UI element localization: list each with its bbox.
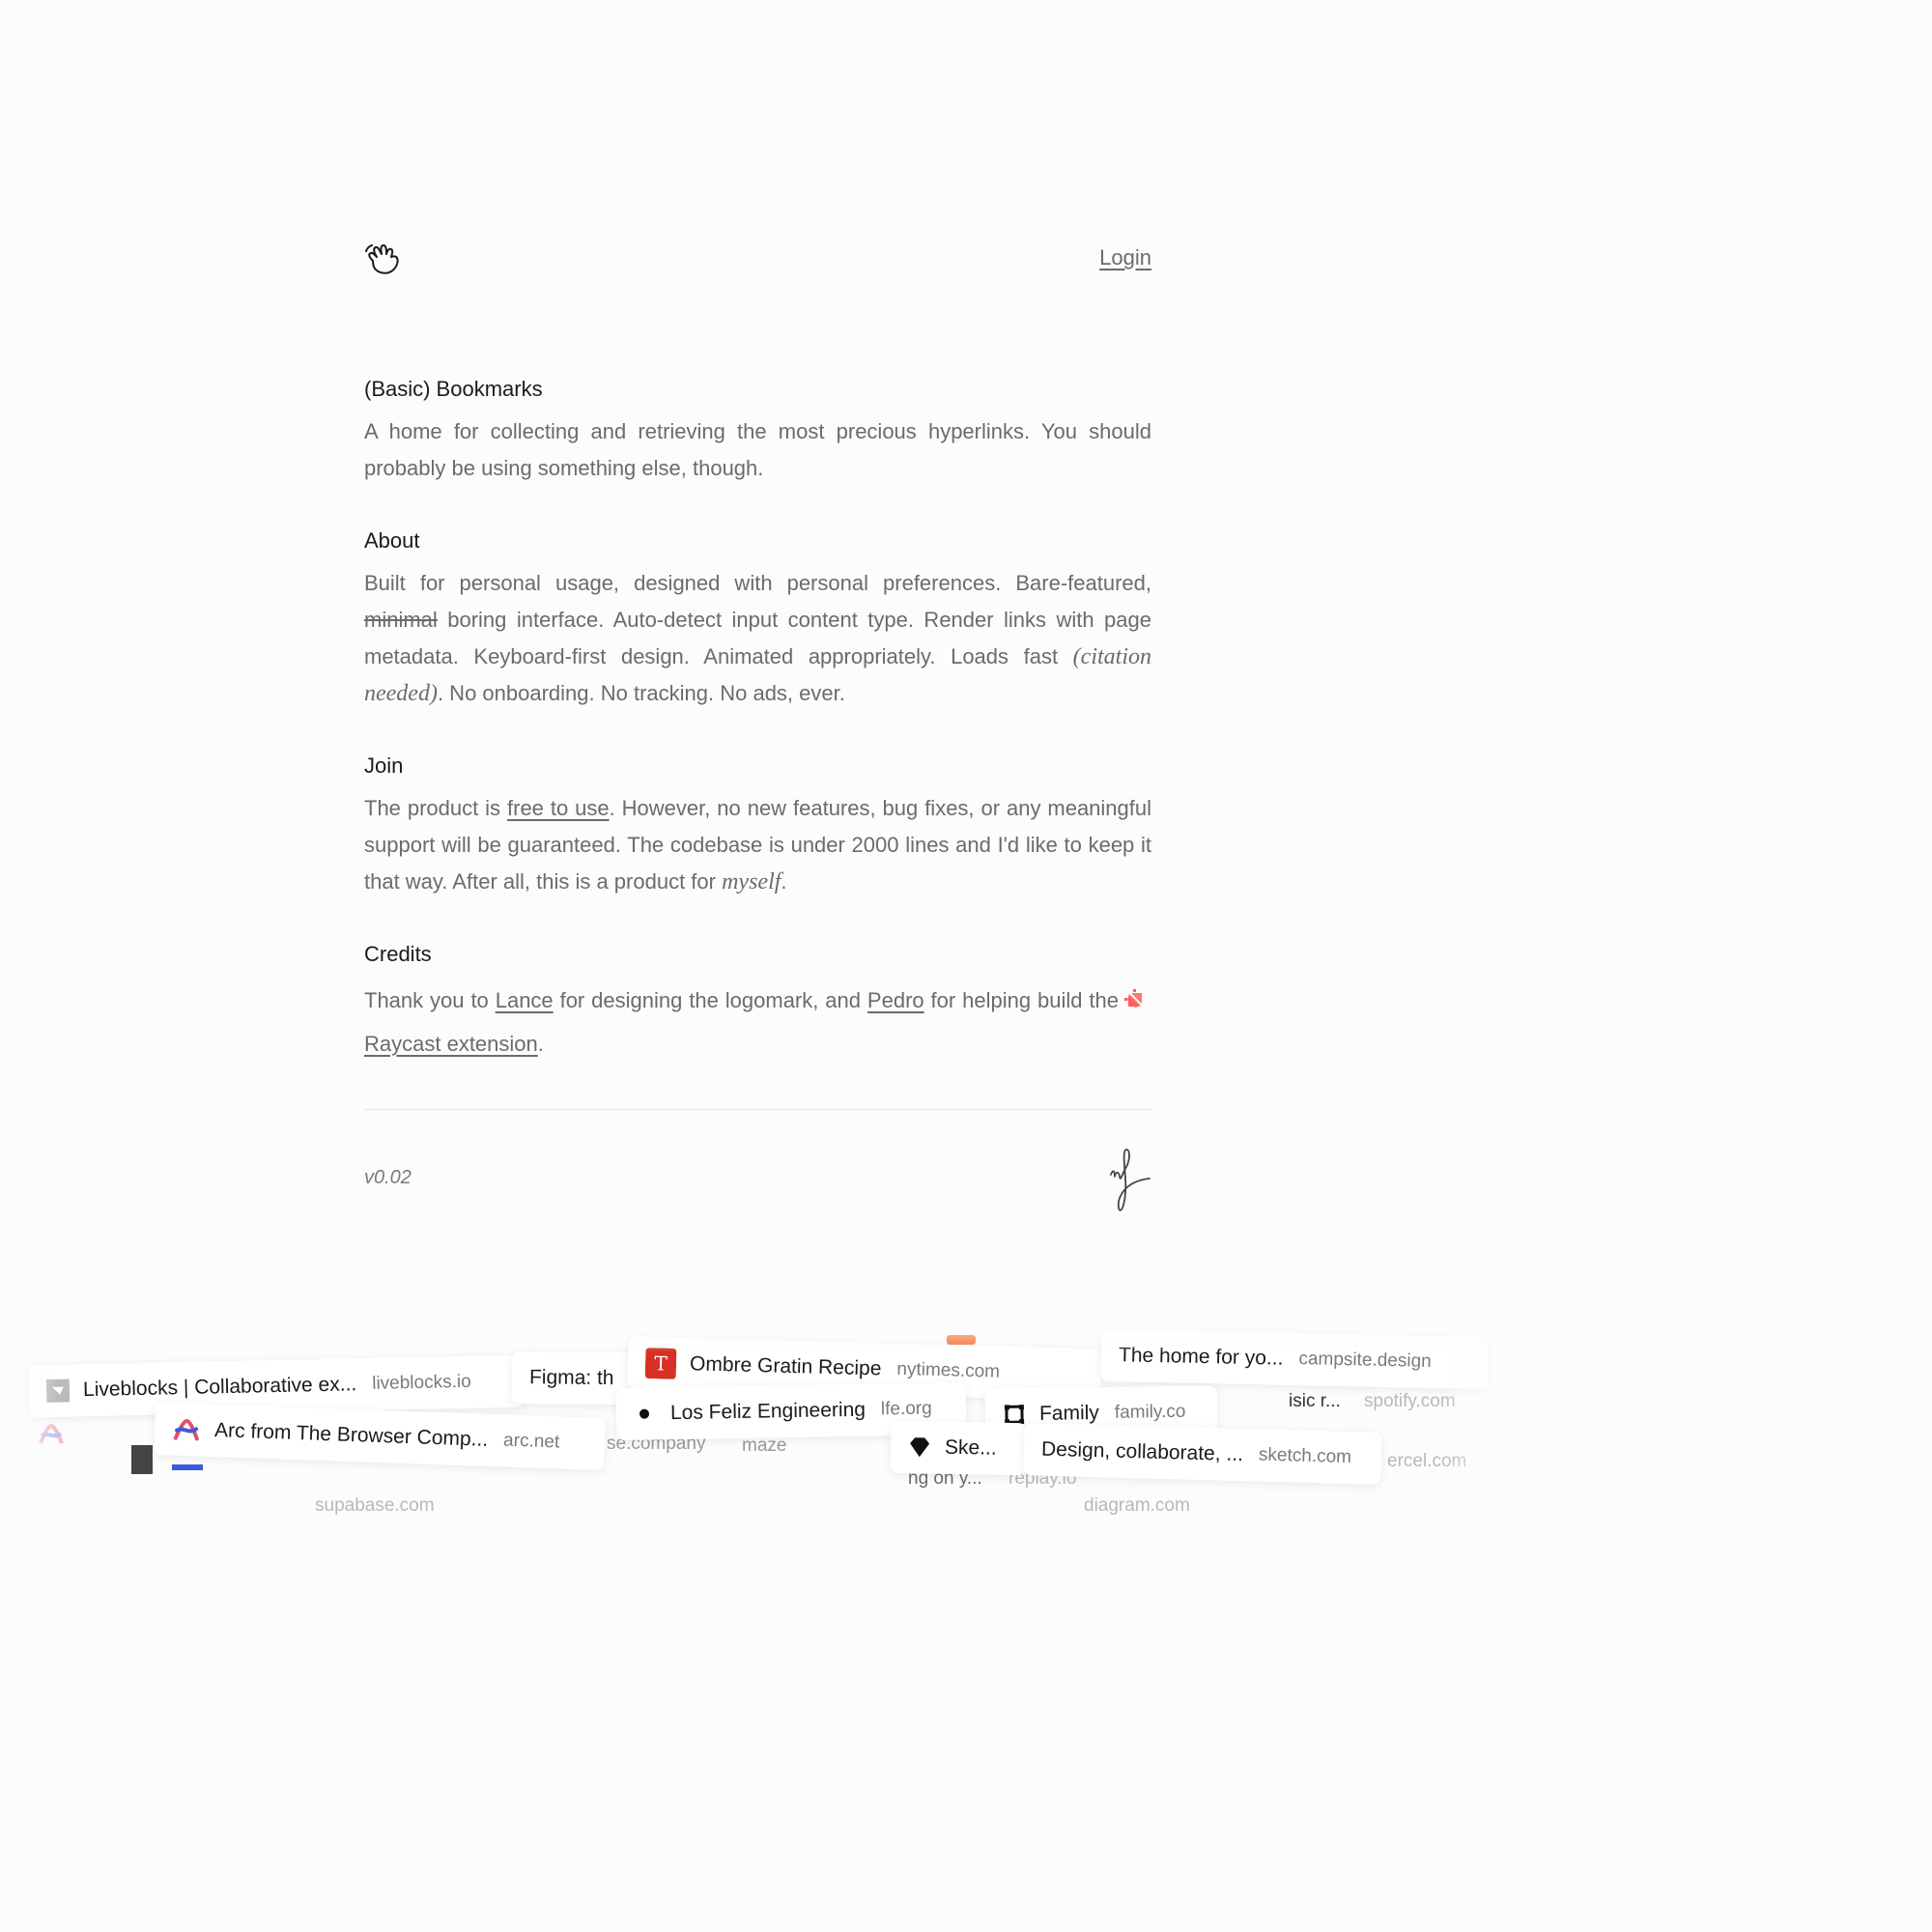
bookmark-title: Design, collaborate, ... <box>1040 1437 1244 1466</box>
ghost-text: maze <box>742 1435 787 1456</box>
bookmark-domain: arc.net <box>502 1430 560 1453</box>
bookmark-title: Ske... <box>944 1435 997 1460</box>
strikethrough-text: minimal <box>364 608 438 632</box>
page-title: (Basic) Bookmarks <box>364 377 543 401</box>
intro-section: (Basic) Bookmarks A home for collecting … <box>364 377 1151 487</box>
fade-overlay <box>0 1314 1515 1352</box>
footer-divider <box>364 1109 1151 1110</box>
login-link[interactable]: Login <box>1099 245 1151 270</box>
bookmark-domain: nytimes.com <box>896 1358 1001 1382</box>
raycast-icon <box>1124 989 1142 1008</box>
bookmark-favicon-icon <box>172 1464 203 1470</box>
bookmark-title: Figma: th <box>528 1366 614 1390</box>
about-section: About Built for personal usage, designed… <box>364 528 1151 712</box>
raycast-extension-link[interactable]: Raycast extension <box>364 1032 538 1056</box>
lfe-dot-icon <box>639 1408 650 1419</box>
lance-link[interactable]: Lance <box>496 988 554 1012</box>
credits-text-3: for helping build the <box>923 988 1119 1012</box>
sketch-icon <box>910 1437 930 1458</box>
credits-text: Thank you to Lance for designing the log… <box>364 979 1151 1065</box>
bookmark-title: Arc from The Browser Comp... <box>213 1419 489 1451</box>
myself-italic: myself <box>722 869 781 895</box>
credits-text-4: . <box>537 1032 544 1056</box>
credits-heading: Credits <box>364 942 432 966</box>
bookmarks-preview-strip: spotify.com ercel.com supabase.com diagr… <box>0 1314 1515 1515</box>
signature-icon <box>1110 1149 1151 1211</box>
arc-icon <box>173 1419 199 1441</box>
join-text-1: The product is <box>364 796 507 820</box>
credits-text-2: for designing the logomark, and <box>553 988 867 1012</box>
about-text-1: Built for personal usage, designed with … <box>364 571 1151 595</box>
fade-overlay <box>1437 1314 1515 1515</box>
about-text-3: . No onboarding. No tracking. No ads, ev… <box>437 681 845 705</box>
bookmark-card[interactable]: Design, collaborate, ... sketch.com <box>1023 1423 1382 1485</box>
bookmark-domain: lfe.org <box>880 1398 932 1420</box>
credits-text-1: Thank you to <box>364 988 496 1012</box>
version-label: v0.02 <box>364 1167 412 1188</box>
bookmark-title: Liveblocks | Collaborative ex... <box>82 1373 357 1402</box>
hand-logo-icon[interactable] <box>364 240 403 278</box>
bookmark-card[interactable]: Arc from The Browser Comp... arc.net <box>154 1402 606 1471</box>
ghost-text: supabase.com <box>315 1495 435 1515</box>
ghost-text: diagram.com <box>1084 1495 1190 1515</box>
bookmark-title: Ombre Gratin Recipe <box>689 1352 882 1380</box>
intro-text: A home for collecting and retrieving the… <box>364 419 1151 480</box>
about-text-2: boring interface. Auto-detect input cont… <box>364 608 1151 668</box>
ghost-text: isic r... <box>1289 1391 1341 1411</box>
join-text: The product is free to use. However, no … <box>364 790 1151 900</box>
fade-overlay <box>0 1314 58 1515</box>
bookmark-title: Los Feliz Engineering <box>669 1398 867 1425</box>
bookmark-title: Family <box>1038 1402 1099 1425</box>
about-text: Built for personal usage, designed with … <box>364 565 1151 712</box>
about-heading: About <box>364 528 420 553</box>
free-to-use-link[interactable]: free to use <box>507 796 610 820</box>
join-heading: Join <box>364 753 404 778</box>
join-text-3: . <box>781 869 787 894</box>
bookmark-favicon-icon <box>131 1445 153 1474</box>
bookmark-card[interactable]: Ske... <box>890 1420 1027 1476</box>
bookmark-domain: sketch.com <box>1258 1444 1352 1468</box>
credits-section: Credits Thank you to Lance for designing… <box>364 942 1151 1065</box>
bookmark-domain: family.co <box>1114 1401 1186 1423</box>
header: Login <box>364 240 1151 278</box>
svg-text:T: T <box>654 1351 668 1375</box>
pedro-link[interactable]: Pedro <box>867 988 924 1012</box>
join-section: Join The product is free to use. However… <box>364 753 1151 900</box>
bookmark-domain: liveblocks.io <box>372 1371 471 1394</box>
